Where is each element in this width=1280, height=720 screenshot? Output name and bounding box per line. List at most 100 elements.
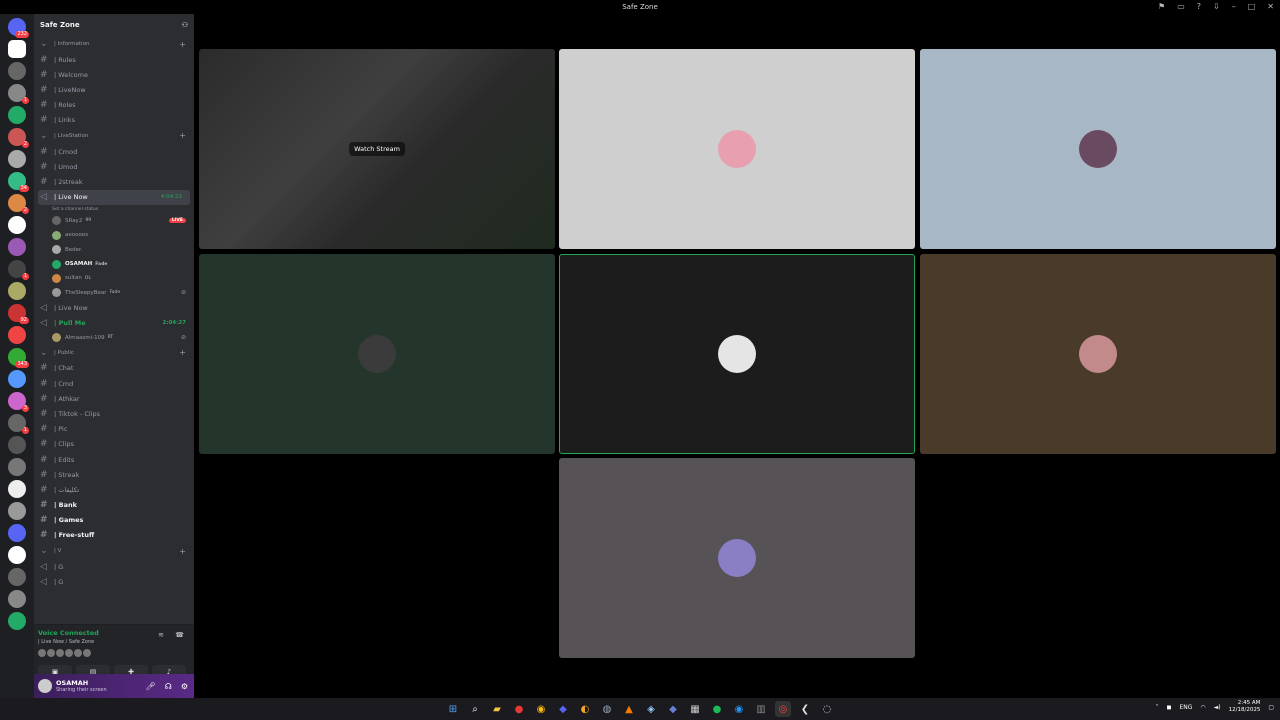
server-icon[interactable] bbox=[8, 238, 26, 256]
text-channel[interactable]: # | Cmod bbox=[34, 144, 194, 159]
voice-user[interactable]: sultan OL bbox=[34, 271, 194, 285]
tray-app-icon[interactable]: ◼ bbox=[1166, 704, 1171, 711]
steam-icon[interactable]: ◍ bbox=[599, 701, 615, 717]
text-channel[interactable]: # | Chat bbox=[34, 361, 194, 376]
text-channel[interactable]: # | LiveNow bbox=[34, 82, 194, 97]
voice-channel[interactable]: ◁ | G bbox=[34, 574, 194, 589]
add-channel-icon[interactable]: + bbox=[179, 40, 186, 49]
voice-channel[interactable]: ◁ | Pull Me 2:04:27 bbox=[34, 315, 194, 330]
server-icon[interactable]: 343 bbox=[8, 348, 29, 368]
text-channel[interactable]: # | Tiktok - Clips bbox=[34, 406, 194, 421]
voice-channel[interactable]: ◁ | G bbox=[34, 559, 194, 574]
server-icon[interactable]: 1 bbox=[8, 414, 29, 434]
app6-icon[interactable]: ▥ bbox=[753, 701, 769, 717]
add-channel-icon[interactable]: + bbox=[179, 348, 186, 357]
server-icon[interactable] bbox=[8, 502, 26, 520]
server-icon[interactable]: 2 bbox=[8, 194, 29, 214]
channel-status[interactable]: Set a channel status bbox=[34, 205, 194, 214]
server-icon[interactable]: 232 bbox=[8, 18, 29, 38]
close-button[interactable]: ✕ bbox=[1267, 2, 1274, 11]
voice-user[interactable]: OSAMAH Fade bbox=[34, 257, 194, 271]
clock[interactable]: 2:45 AM 12/18/2025 bbox=[1229, 700, 1261, 714]
category-header[interactable]: ⌄ | LiveStation + bbox=[34, 128, 194, 144]
text-channel[interactable]: # | Umod bbox=[34, 159, 194, 174]
server-icon[interactable] bbox=[8, 150, 26, 168]
server-icon[interactable]: 3 bbox=[8, 392, 29, 412]
app9-icon[interactable]: ◌ bbox=[819, 701, 835, 717]
maximize-button[interactable]: □ bbox=[1248, 2, 1256, 11]
text-channel[interactable]: # | Edits bbox=[34, 452, 194, 467]
text-channel[interactable]: # | Rules bbox=[34, 52, 194, 67]
participant-tile[interactable] bbox=[559, 458, 915, 658]
server-icon[interactable] bbox=[8, 480, 26, 498]
terminal-icon[interactable]: ▦ bbox=[687, 701, 703, 717]
server-icon[interactable] bbox=[8, 216, 26, 234]
server-icon[interactable]: 1 bbox=[8, 260, 29, 280]
server-icon[interactable] bbox=[8, 326, 26, 344]
voice-user[interactable]: aeoooos bbox=[34, 228, 194, 242]
text-channel[interactable]: # | تكليفات bbox=[34, 482, 194, 497]
recorder-icon[interactable]: ● bbox=[511, 701, 527, 717]
server-icon[interactable]: 2 bbox=[8, 128, 29, 148]
spotify-icon[interactable]: ● bbox=[709, 701, 725, 717]
text-channel[interactable]: # | Clips bbox=[34, 437, 194, 452]
text-channel[interactable]: # | Roles bbox=[34, 98, 194, 113]
text-channel[interactable]: # | Links bbox=[34, 113, 194, 128]
app7-icon[interactable]: ◎ bbox=[775, 701, 791, 717]
minimize-button[interactable]: – bbox=[1232, 2, 1236, 11]
voice-user[interactable]: SRay2 99 LIVE bbox=[34, 214, 194, 228]
tray-chevron-icon[interactable]: ˄ bbox=[1155, 704, 1158, 711]
app-icon[interactable]: ◐ bbox=[577, 701, 593, 717]
server-header[interactable]: Safe Zone ⚇ bbox=[34, 14, 194, 36]
app5-icon[interactable]: ◉ bbox=[731, 701, 747, 717]
voice-location[interactable]: | Live Now / Safe Zone bbox=[38, 639, 94, 645]
voice-user[interactable]: TheSleepyBear Fade ⊘ bbox=[34, 286, 194, 300]
voice-user[interactable]: Beder. bbox=[34, 242, 194, 256]
text-channel[interactable]: # | Welcome bbox=[34, 67, 194, 82]
add-channel-icon[interactable]: + bbox=[179, 547, 186, 556]
text-channel[interactable]: # | Bank bbox=[34, 497, 194, 512]
server-icon[interactable] bbox=[8, 40, 26, 58]
disconnect-icon[interactable]: ☎ bbox=[175, 631, 184, 639]
settings-gear-icon[interactable]: ⚙ bbox=[181, 682, 188, 691]
inbox-icon[interactable]: ⚑ bbox=[1158, 2, 1165, 11]
text-channel[interactable]: # | Athkar bbox=[34, 391, 194, 406]
category-header[interactable]: ⌄ | V + bbox=[34, 543, 194, 559]
voice-user[interactable]: Almaasmi-109 RT ⊘ bbox=[34, 330, 194, 344]
voice-channel[interactable]: ◁ | Live Now bbox=[34, 300, 194, 315]
start-icon[interactable]: ⊞ bbox=[445, 701, 461, 717]
server-icon[interactable] bbox=[8, 458, 26, 476]
text-channel[interactable]: # | Free-stuff bbox=[34, 528, 194, 543]
download-icon[interactable]: ⇩ bbox=[1213, 2, 1220, 11]
server-icon[interactable] bbox=[8, 62, 26, 80]
participant-tile[interactable] bbox=[920, 254, 1276, 454]
app2-icon[interactable]: ▲ bbox=[621, 701, 637, 717]
participant-tile[interactable] bbox=[559, 49, 915, 249]
participant-tile[interactable] bbox=[199, 254, 555, 454]
notification-icon[interactable]: ▢ bbox=[1268, 704, 1274, 711]
noise-suppression-icon[interactable]: ≋ bbox=[158, 631, 164, 639]
text-channel[interactable]: # | Games bbox=[34, 513, 194, 528]
avatar[interactable] bbox=[38, 679, 52, 693]
app4-icon[interactable]: ◆ bbox=[665, 701, 681, 717]
screen-icon[interactable]: ▭ bbox=[1177, 2, 1185, 11]
server-icon[interactable]: 92 bbox=[8, 304, 29, 324]
wifi-icon[interactable]: ◠ bbox=[1200, 704, 1205, 711]
server-icon[interactable] bbox=[8, 524, 26, 542]
server-icon[interactable] bbox=[8, 546, 26, 564]
volume-icon[interactable]: ◄) bbox=[1214, 704, 1221, 711]
add-member-icon[interactable]: ⚇ bbox=[182, 21, 188, 29]
app8-icon[interactable]: ❮ bbox=[797, 701, 813, 717]
lang-indicator[interactable]: ENG bbox=[1179, 704, 1192, 711]
category-header[interactable]: ⌄ | Information + bbox=[34, 36, 194, 52]
text-channel[interactable]: # | Streak bbox=[34, 467, 194, 482]
headphones-icon[interactable]: ☊ bbox=[165, 682, 172, 691]
text-channel[interactable]: # | 2streak bbox=[34, 174, 194, 189]
server-icon[interactable] bbox=[8, 612, 26, 630]
app3-icon[interactable]: ◈ bbox=[643, 701, 659, 717]
server-icon[interactable] bbox=[8, 282, 26, 300]
search-icon[interactable]: ⌕ bbox=[467, 701, 483, 717]
watch-stream-button[interactable]: Watch Stream bbox=[349, 142, 405, 156]
server-icon[interactable] bbox=[8, 590, 26, 608]
add-channel-icon[interactable]: + bbox=[179, 131, 186, 140]
